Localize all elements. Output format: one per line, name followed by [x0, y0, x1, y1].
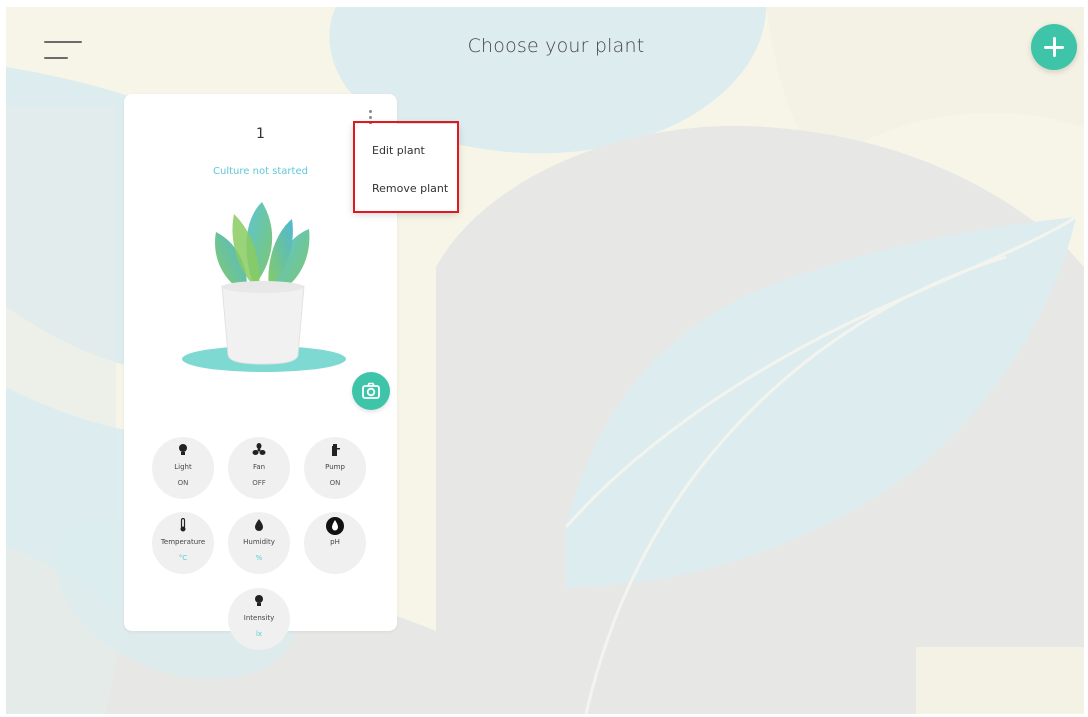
sensor-value: % — [255, 554, 263, 562]
thermometer-icon — [180, 518, 186, 532]
sensor-label: Humidity — [243, 538, 275, 546]
droplet-icon — [255, 519, 263, 531]
sensor-label: pH — [330, 538, 340, 546]
potted-plant-illustration — [182, 202, 346, 372]
plant-context-menu: Edit plant Remove plant — [353, 124, 458, 212]
menu-line-top — [44, 41, 82, 43]
sensor-light[interactable]: Light ON — [152, 437, 214, 499]
sensor-label: Fan — [252, 463, 266, 471]
sensor-intensity[interactable]: Intensity lx — [228, 588, 290, 650]
pump-icon — [332, 444, 340, 456]
remove-plant-menu-item[interactable]: Remove plant — [353, 172, 458, 206]
sensor-value: °C — [178, 554, 188, 562]
sensor-label: Light — [174, 463, 192, 471]
sensor-label: Pump — [325, 463, 345, 471]
add-plant-button[interactable] — [1031, 24, 1077, 70]
sensor-ph[interactable]: pH — [304, 512, 366, 574]
sensor-label: Intensity — [243, 614, 275, 622]
sensor-value: OFF — [252, 479, 266, 487]
page-title: Choose your plant — [467, 35, 645, 57]
camera-button[interactable] — [352, 372, 390, 410]
bulb-icon — [179, 444, 187, 455]
sensor-humidity[interactable]: Humidity % — [228, 512, 290, 574]
sensor-pump[interactable]: Pump ON — [304, 437, 366, 499]
ph-drop-icon — [326, 517, 344, 535]
edit-plant-menu-item[interactable]: Edit plant — [353, 134, 458, 168]
bulb-icon — [255, 595, 263, 606]
sensor-value: lx — [255, 630, 263, 638]
menu-line-bottom — [44, 57, 68, 59]
sensor-label: Temperature — [160, 538, 206, 546]
fan-icon — [252, 443, 266, 455]
app-frame: Choose your plant 1 Culture not started — [6, 7, 1084, 714]
sensor-value: ON — [177, 479, 189, 487]
hamburger-menu-button[interactable] — [44, 41, 84, 63]
sensor-fan[interactable]: Fan OFF — [228, 437, 290, 499]
sensor-value: ON — [329, 479, 341, 487]
sensor-temperature[interactable]: Temperature °C — [152, 512, 214, 574]
camera-icon — [362, 382, 380, 399]
